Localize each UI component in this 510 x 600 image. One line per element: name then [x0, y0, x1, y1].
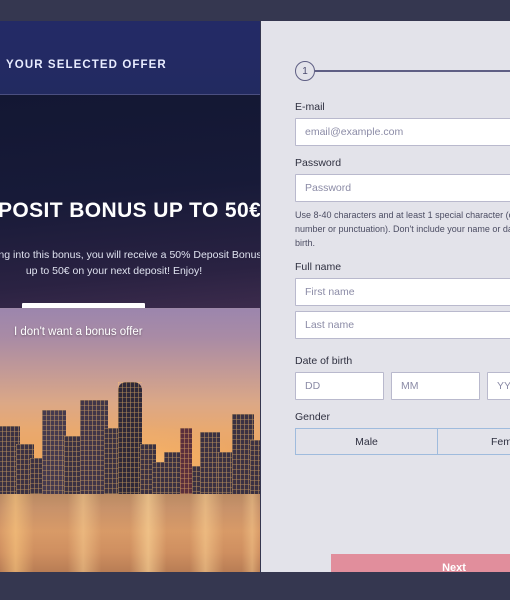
offer-column: YOUR SELECTED OFFER DEPOSIT BONUS UP TO … [0, 21, 260, 572]
offer-headline: DEPOSIT BONUS UP TO 50€! [0, 199, 260, 222]
full-name-label: Full name [295, 261, 342, 273]
city-skyline-image [0, 372, 260, 502]
offer-header-title: YOUR SELECTED OFFER [6, 59, 167, 71]
email-field[interactable] [295, 118, 510, 146]
decline-offer-label[interactable]: I don't want a bonus offer [14, 326, 143, 338]
date-of-birth-label: Date of birth [295, 355, 353, 367]
registration-form-panel: 1 E-mail Password Use 8-40 characters an… [261, 21, 510, 572]
gender-option-male[interactable]: Male [295, 428, 438, 455]
dob-day-field[interactable] [295, 372, 384, 400]
step-1-circle[interactable]: 1 [295, 61, 315, 81]
password-field[interactable] [295, 174, 510, 202]
password-label: Password [295, 157, 342, 169]
browser-bottom-bar [0, 572, 510, 600]
gender-toggle-group: Male Female [295, 428, 510, 455]
decline-offer-panel[interactable]: I don't want a bonus offer [0, 308, 260, 572]
step-indicator: 1 [295, 61, 510, 81]
form-fields: E-mail Password Use 8-40 characters and … [295, 101, 510, 572]
last-name-field[interactable] [295, 311, 510, 339]
dob-month-field[interactable] [391, 372, 480, 400]
next-button[interactable]: Next [331, 554, 510, 572]
password-hint: Use 8-40 characters and at least 1 speci… [295, 210, 510, 248]
gender-option-female[interactable]: Female [437, 428, 510, 455]
offer-description: By opting into this bonus, you will rece… [0, 249, 260, 277]
browser-top-bar [0, 0, 510, 21]
gender-label: Gender [295, 411, 331, 423]
dob-year-field[interactable] [487, 372, 510, 400]
offer-header: YOUR SELECTED OFFER [0, 21, 260, 95]
next-button-wrap: Next [331, 554, 510, 572]
email-label: E-mail [295, 101, 325, 113]
water-reflection [0, 494, 260, 572]
date-of-birth-group [295, 372, 510, 400]
step-progress-line [315, 70, 510, 72]
first-name-field[interactable] [295, 278, 510, 306]
app-screen: YOUR SELECTED OFFER DEPOSIT BONUS UP TO … [0, 0, 510, 600]
offer-body: DEPOSIT BONUS UP TO 50€! By opting into … [0, 95, 260, 308]
full-name-group [295, 278, 510, 344]
